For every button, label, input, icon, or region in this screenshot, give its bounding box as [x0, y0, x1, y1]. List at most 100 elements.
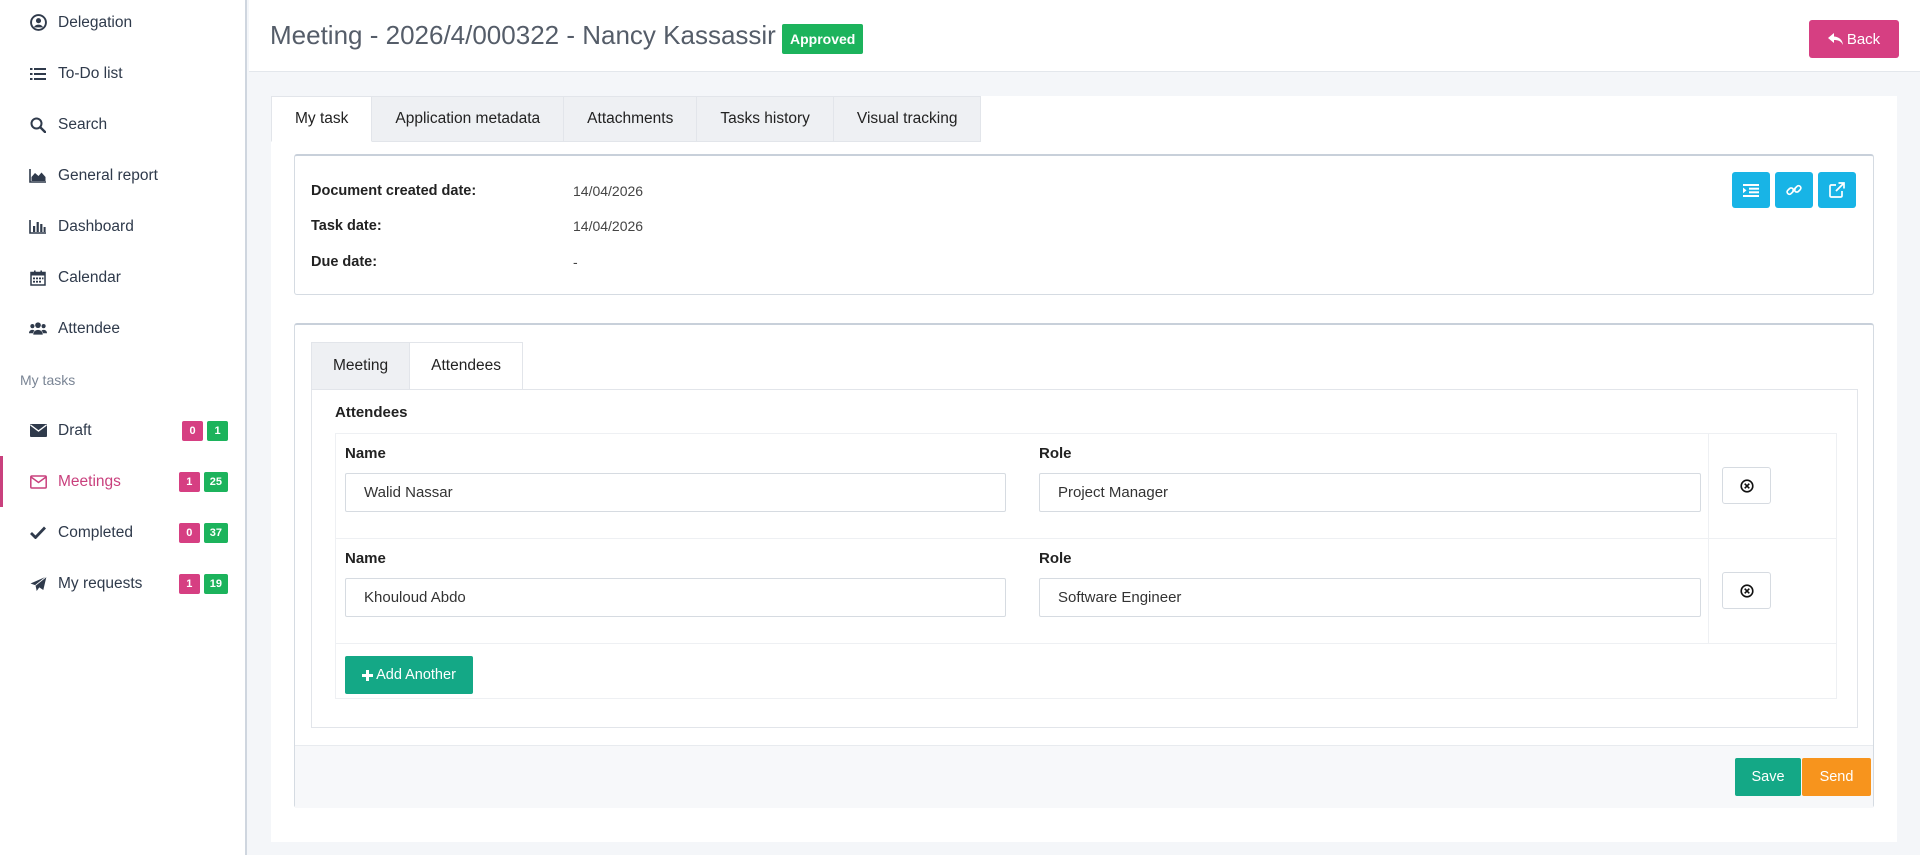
remove-attendee-button[interactable] — [1722, 572, 1771, 609]
envelope-icon — [29, 422, 47, 440]
search-icon — [29, 116, 47, 134]
page-header: Meeting - 2026/4/000322 - Nancy Kassassi… — [249, 0, 1920, 72]
sidebar-item-label: Delegation — [58, 13, 133, 31]
tab-my-task[interactable]: My task — [271, 96, 373, 142]
sidebar-item-label: Draft — [58, 421, 92, 439]
task-date-value: 14/04/2026 — [573, 218, 644, 234]
back-button[interactable]: Back — [1809, 20, 1899, 58]
attendees-grid: Name Walid Nassar Role Project Manager N… — [335, 433, 1837, 699]
indent-list-button[interactable] — [1732, 172, 1770, 208]
users-icon — [29, 320, 47, 338]
pending-count-badge: 1 — [178, 471, 200, 492]
total-count-badge: 19 — [203, 573, 228, 594]
name-label: Name — [345, 550, 386, 567]
sidebar-item-my-requests[interactable]: My requests 1 19 — [0, 558, 245, 609]
area-chart-icon — [29, 167, 47, 185]
sidebar-item-label: Dashboard — [58, 217, 134, 235]
sidebar-item-label: My requests — [58, 574, 143, 592]
attendee-role-input[interactable]: Project Manager — [1039, 473, 1701, 512]
remove-circle-icon — [1739, 478, 1754, 493]
link-icon — [1786, 184, 1802, 196]
tab-attachments[interactable]: Attachments — [564, 96, 698, 142]
due-date-value: - — [573, 254, 578, 270]
sidebar-item-search[interactable]: Search — [0, 99, 245, 150]
attendee-role-input[interactable]: Software Engineer — [1039, 578, 1701, 617]
count-badges: 1 19 — [178, 573, 228, 594]
remove-circle-icon — [1739, 583, 1754, 598]
created-date-value: 14/04/2026 — [573, 183, 644, 199]
due-date-label: Due date: — [311, 254, 378, 270]
sidebar-item-label: Completed — [58, 523, 133, 541]
total-count-badge: 1 — [207, 420, 228, 441]
pending-count-badge: 0 — [178, 522, 200, 543]
sidebar-item-label: To-Do list — [58, 64, 123, 82]
tab-visual-tracking[interactable]: Visual tracking — [833, 96, 982, 142]
open-external-button[interactable] — [1818, 172, 1856, 208]
sidebar-section-title: My tasks — [20, 372, 76, 388]
add-another-button[interactable]: Add Another — [345, 656, 473, 694]
attendee-name-input[interactable]: Khouloud Abdo — [345, 578, 1006, 617]
sidebar-item-delegation[interactable]: Delegation — [0, 0, 245, 48]
sidebar-item-general-report[interactable]: General report — [0, 150, 245, 201]
task-info-box: Document created date: 14/04/2026 Task d… — [294, 154, 1874, 295]
back-button-label: Back — [1846, 30, 1881, 48]
task-date-label: Task date: — [311, 218, 382, 234]
count-badges: 1 25 — [178, 471, 228, 492]
external-link-icon — [1829, 182, 1845, 198]
list-icon — [29, 65, 47, 83]
sidebar-item-completed[interactable]: Completed 0 37 — [0, 507, 245, 558]
sidebar-item-calendar[interactable]: Calendar — [0, 252, 245, 303]
main-tabs: My task Application metadata Attachments… — [271, 96, 982, 142]
attendee-name-input[interactable]: Walid Nassar — [345, 473, 1006, 512]
bar-chart-icon — [29, 218, 47, 236]
sidebar-item-label: General report — [58, 166, 158, 184]
indent-icon — [1743, 183, 1759, 197]
tab-attendees[interactable]: Attendees — [410, 342, 523, 390]
attendees-panel: Attendees Name Walid Nassar Role Project… — [311, 389, 1858, 728]
sidebar-item-todo[interactable]: To-Do list — [0, 48, 245, 99]
sidebar-item-meetings[interactable]: Meetings 1 25 — [0, 456, 245, 507]
form-footer: Save Send — [295, 745, 1873, 808]
pending-count-badge: 1 — [178, 573, 200, 594]
envelope-open-icon — [29, 473, 47, 491]
created-date-label: Document created date: — [311, 183, 477, 199]
sidebar-item-attendee[interactable]: Attendee — [0, 303, 245, 354]
user-circle-icon — [29, 14, 47, 32]
sidebar-item-label: Meetings — [58, 472, 121, 490]
name-label: Name — [345, 445, 386, 462]
count-badges: 0 37 — [178, 522, 228, 543]
tab-application-metadata[interactable]: Application metadata — [372, 96, 565, 142]
attendee-row: Name Walid Nassar Role Project Manager — [336, 434, 1836, 539]
pending-count-badge: 0 — [182, 420, 203, 441]
sidebar-item-label: Calendar — [58, 268, 121, 286]
calendar-icon — [29, 269, 47, 287]
save-button[interactable]: Save — [1735, 758, 1801, 796]
sidebar-item-label: Attendee — [58, 319, 121, 337]
role-label: Role — [1039, 445, 1072, 462]
attendees-title: Attendees — [335, 404, 408, 421]
add-another-label: Add Another — [376, 667, 456, 683]
total-count-badge: 37 — [203, 522, 228, 543]
plus-icon — [362, 669, 374, 681]
tab-tasks-history[interactable]: Tasks history — [697, 96, 834, 142]
sidebar-item-label: Search — [58, 115, 108, 133]
page-title: Meeting - 2026/4/000322 - Nancy Kassassi… — [270, 20, 776, 50]
sidebar-item-draft[interactable]: Draft 0 1 — [0, 405, 245, 456]
status-badge: Approved — [782, 24, 864, 54]
action-icon-buttons — [1732, 172, 1856, 208]
send-button[interactable]: Send — [1802, 758, 1871, 796]
sidebar: Delegation To-Do list Search General rep… — [0, 0, 247, 855]
reply-icon — [1827, 33, 1843, 45]
count-badges: 0 1 — [182, 420, 228, 441]
remove-attendee-button[interactable] — [1722, 467, 1771, 504]
check-icon — [29, 524, 47, 542]
sidebar-item-dashboard[interactable]: Dashboard — [0, 201, 245, 252]
link-button[interactable] — [1775, 172, 1813, 208]
main-panel: My task Application metadata Attachments… — [271, 96, 1897, 842]
tab-meeting[interactable]: Meeting — [311, 342, 411, 390]
total-count-badge: 25 — [203, 471, 228, 492]
role-label: Role — [1039, 550, 1072, 567]
meeting-form-box: Meeting Attendees Attendees Name Walid N… — [294, 323, 1874, 808]
form-tabs: Meeting Attendees — [311, 342, 523, 390]
attendee-row: Name Khouloud Abdo Role Software Enginee… — [336, 539, 1836, 644]
